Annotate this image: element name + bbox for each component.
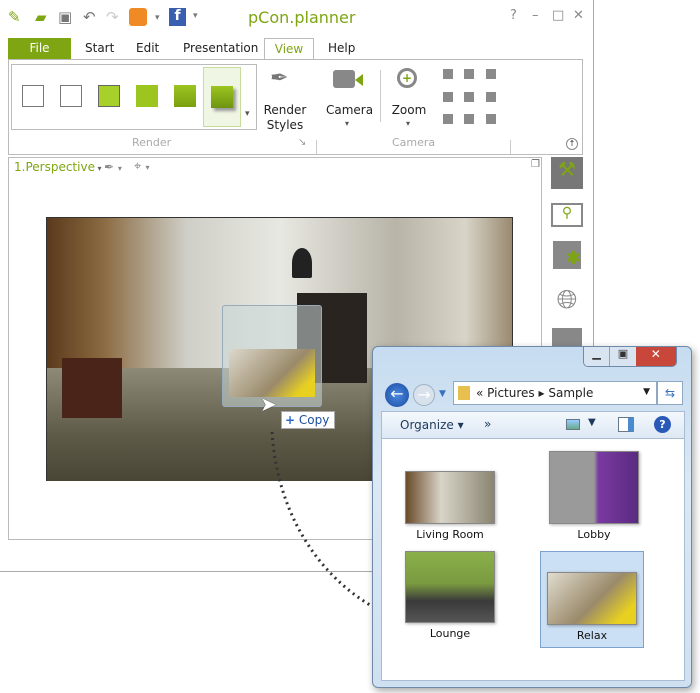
address-dropdown-icon[interactable]: ▼	[643, 387, 650, 397]
minimize-button[interactable]: ▁	[584, 347, 610, 366]
more-commands-button[interactable]: »	[484, 417, 491, 431]
file-item-living-room[interactable]: Living Room	[398, 471, 502, 541]
organize-button[interactable]: Organize ▾	[400, 418, 464, 432]
back-button[interactable]: ←	[385, 383, 409, 407]
refresh-button[interactable]: ⇆	[657, 381, 683, 405]
preview-pane-icon[interactable]	[618, 417, 634, 432]
forward-button[interactable]: →	[413, 384, 435, 406]
window-controls: ▁ ▣ ✕	[583, 347, 677, 367]
view-dropdown-icon[interactable]: ▼	[588, 417, 596, 428]
file-name: Lobby	[577, 528, 611, 541]
folder-icon	[458, 386, 470, 400]
command-bar: Organize ▾ » ▼ ?	[381, 411, 685, 439]
file-item-lobby[interactable]: Lobby	[542, 451, 646, 541]
file-name: Living Room	[416, 528, 484, 541]
help-icon[interactable]: ?	[654, 416, 671, 433]
breadcrumb-pictures[interactable]: Pictures	[487, 386, 535, 400]
recent-pages-icon[interactable]: ▼	[439, 389, 446, 399]
maximize-button[interactable]: ▣	[609, 347, 636, 366]
thumbnail	[547, 572, 637, 625]
thumbnail	[549, 451, 639, 524]
thumbnail	[405, 551, 495, 623]
file-list: Living Room Lobby Lounge Relax	[381, 439, 685, 681]
breadcrumb-sample[interactable]: Sample	[548, 386, 593, 400]
file-name: Lounge	[429, 627, 471, 640]
file-item-lounge[interactable]: Lounge	[398, 551, 502, 640]
address-bar[interactable]: « Pictures ▸ Sample ▼	[453, 381, 657, 405]
thumbnail	[405, 471, 495, 524]
change-view-icon[interactable]	[566, 419, 580, 430]
organize-label: Organize	[400, 418, 454, 432]
close-button[interactable]: ✕	[635, 347, 676, 366]
file-item-relax-selected[interactable]: Relax	[540, 551, 644, 648]
explorer-window: ▁ ▣ ✕ ← → ▼ « Pictures ▸ Sample ▼ ⇆ Orga…	[372, 346, 692, 688]
file-name: Relax	[576, 629, 608, 642]
